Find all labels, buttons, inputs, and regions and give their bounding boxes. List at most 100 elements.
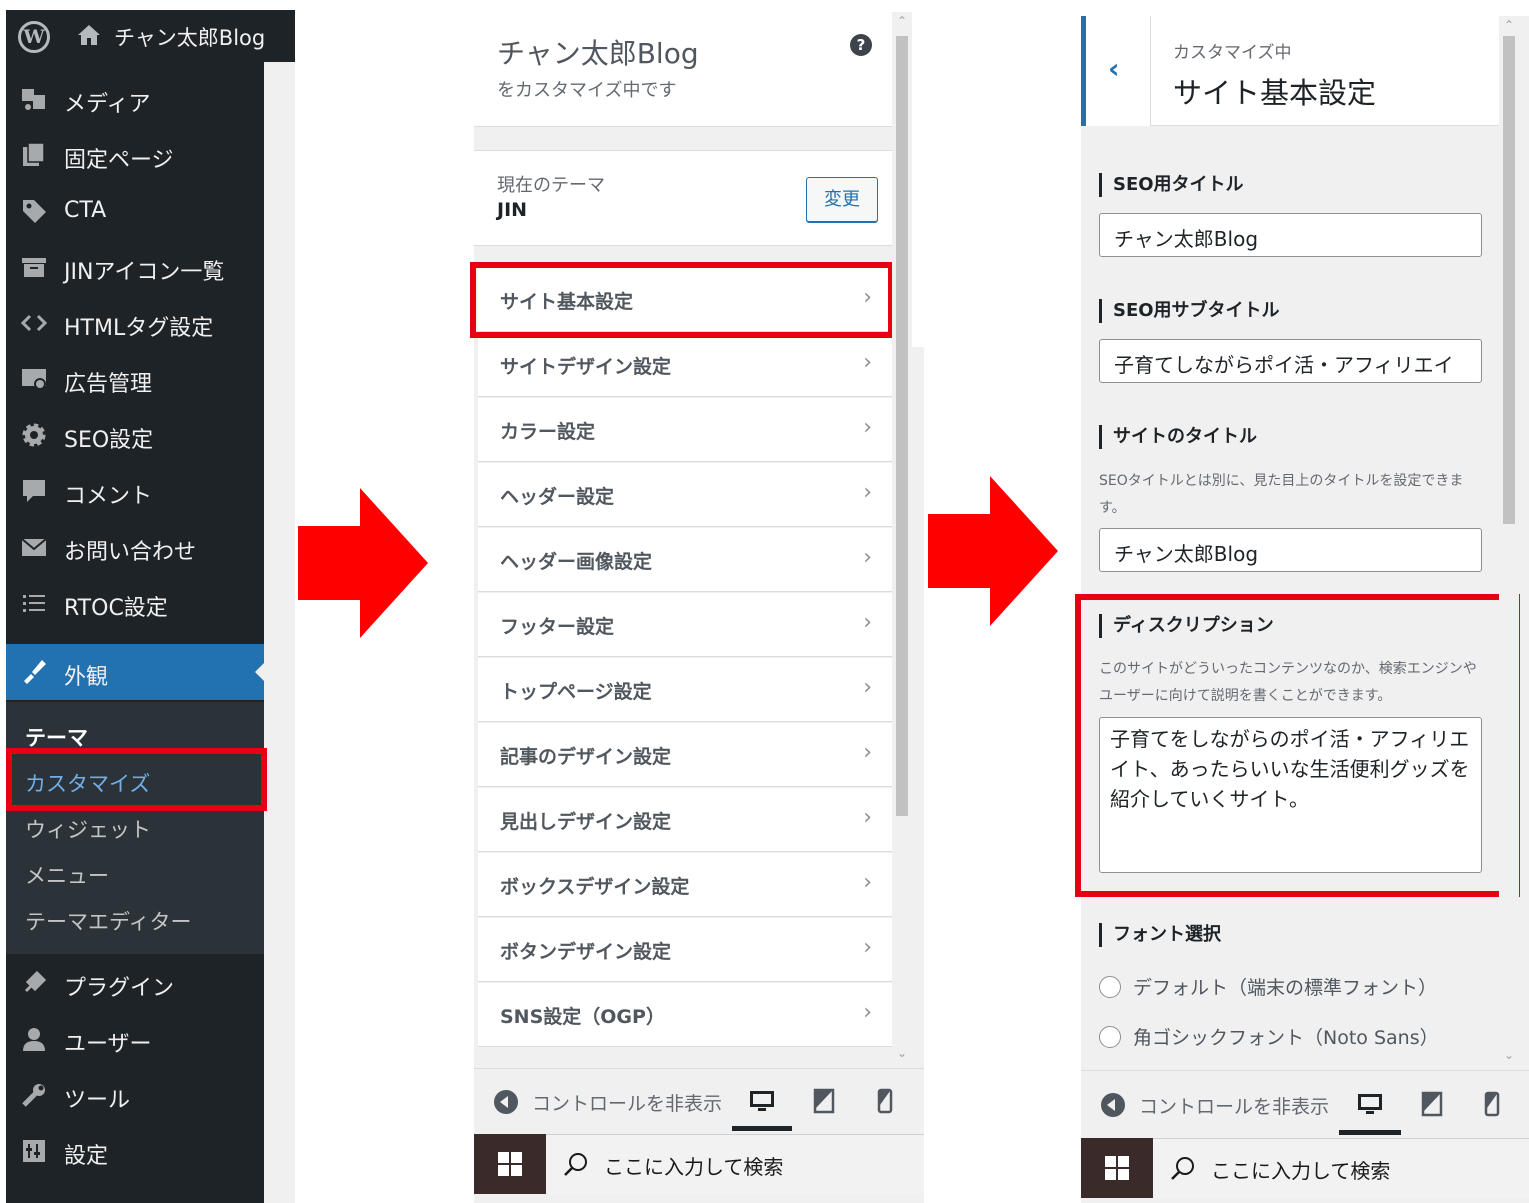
start-button[interactable] [474, 1134, 546, 1194]
section-label: 記事のデザイン設定 [500, 746, 672, 768]
home-icon[interactable] [76, 22, 102, 48]
section-row[interactable]: ボックスデザイン設定 › [478, 853, 892, 917]
scroll-down-icon[interactable]: ⌄ [1499, 1048, 1519, 1062]
desktop-active-indicator [1339, 1130, 1401, 1135]
section-label: カラー設定 [500, 421, 596, 443]
seo-title-input[interactable]: チャン太郎Blog [1099, 213, 1482, 257]
submenu-widgets[interactable]: ウィジェット [25, 814, 151, 844]
pages-icon [23, 142, 45, 166]
section-row[interactable]: ヘッダー設定 › [478, 463, 892, 527]
section-row[interactable]: 記事のデザイン設定 › [478, 723, 892, 787]
submenu-theme-editor[interactable]: テーマエディター [25, 906, 192, 936]
scroll-up-icon[interactable]: ⌃ [892, 14, 912, 28]
font-option-label: デフォルト（端末の標準フォント） [1133, 977, 1438, 999]
desktop-preview-icon[interactable] [749, 1088, 775, 1114]
site-title-label: サイトのタイトル [1099, 425, 1257, 449]
windows-taskbar: ここに入力して検索 [474, 1134, 924, 1194]
change-theme-button[interactable]: 変更 [806, 177, 878, 223]
site-title-description: SEOタイトルとは別に、見た目上のタイトルを設定できます。 [1099, 473, 1464, 516]
menu-item-contact[interactable]: お問い合わせ [6, 522, 264, 572]
chevron-right-icon: › [863, 1000, 872, 1025]
current-theme-box: 現在のテーマ JIN 変更 [474, 150, 892, 246]
section-row[interactable]: カラー設定 › [478, 398, 892, 462]
menu-item-ads[interactable]: 広告管理 [6, 354, 264, 404]
scrollbar[interactable]: ⌃ ⌄ [1499, 16, 1519, 1070]
hide-controls-label[interactable]: コントロールを非表示 [1139, 1092, 1329, 1119]
scroll-down-icon[interactable]: ⌄ [892, 1046, 912, 1060]
customizer-footer: コントロールを非表示 [1081, 1070, 1529, 1138]
scrollbar-thumb[interactable] [1503, 36, 1515, 524]
menu-item-pages[interactable]: 固定ページ [6, 130, 264, 180]
menu-item-settings[interactable]: 設定 [6, 1126, 264, 1176]
menu-item-appearance[interactable]: 外観 [6, 644, 265, 700]
menu-item-comments[interactable]: コメント [6, 466, 264, 516]
menu-item-rtoc[interactable]: RTOC設定 [6, 578, 264, 628]
chevron-right-icon: › [863, 610, 872, 635]
mobile-preview-icon[interactable] [872, 1088, 898, 1114]
section-row[interactable]: ヘッダー画像設定 › [478, 528, 892, 592]
font-option-noto-sans[interactable]: 角ゴシックフォント（Noto Sans） [1099, 1023, 1519, 1053]
wordpress-logo-icon[interactable]: W [18, 21, 50, 53]
menu-item-seo[interactable]: SEO設定 [6, 410, 264, 460]
site-title-input[interactable]: チャン太郎Blog [1099, 528, 1482, 572]
menu-item-plugins[interactable]: プラグイン [6, 958, 264, 1008]
customizer-header: チャン太郎Blog をカスタマイズ中です ? [474, 12, 892, 127]
tablet-preview-icon[interactable] [811, 1088, 837, 1114]
radio-button[interactable] [1099, 1026, 1121, 1048]
tag-icon [23, 200, 46, 223]
section-label: ボックスデザイン設定 [500, 876, 690, 898]
section-row[interactable]: フッター設定 › [478, 593, 892, 657]
section-row[interactable]: 見出しデザイン設定 › [478, 788, 892, 852]
font-option-default[interactable]: デフォルト（端末の標準フォント） [1099, 973, 1519, 1003]
section-row[interactable]: サイトデザイン設定 › [478, 333, 892, 397]
taskbar-search[interactable]: ここに入力して検索 [546, 1134, 924, 1194]
chevron-right-icon: › [863, 870, 872, 895]
chevron-right-icon: › [863, 935, 872, 960]
start-button[interactable] [1081, 1138, 1153, 1198]
settings-icon [23, 1140, 45, 1162]
tablet-preview-icon[interactable] [1419, 1091, 1445, 1117]
admin-bar-site-name[interactable]: チャン太郎Blog [114, 22, 265, 52]
back-button[interactable]: ‹ [1081, 16, 1151, 126]
radio-button[interactable] [1099, 976, 1121, 998]
highlight-description [1075, 594, 1520, 897]
customizer-subtitle: をカスタマイズ中です [497, 80, 677, 101]
section-label: トップページ設定 [500, 681, 652, 703]
menu-item-media[interactable]: メディア [6, 74, 264, 124]
wrench-icon [22, 1084, 45, 1107]
section-row[interactable]: ボタンデザイン設定 › [478, 918, 892, 982]
submenu-menus[interactable]: メニュー [25, 860, 109, 890]
chevron-right-icon: › [863, 480, 872, 505]
section-label: ヘッダー画像設定 [500, 551, 653, 573]
seo-subtitle-input[interactable]: 子育てしながらポイ活・アフィリエイ [1099, 339, 1482, 383]
menu-item-tools[interactable]: ツール [6, 1070, 264, 1120]
menu-item-label: ツール [64, 1088, 131, 1113]
brush-icon [24, 660, 46, 684]
menu-item-label: お問い合わせ [64, 540, 197, 565]
scrollbar[interactable]: ⌃ ⌄ [892, 12, 912, 1068]
settings-header: ‹ カスタマイズ中 サイト基本設定 [1081, 16, 1499, 126]
menu-item-cta[interactable]: CTA [6, 186, 264, 236]
settings-breadcrumb: カスタマイズ中 [1173, 43, 1292, 63]
section-row[interactable]: SNS設定（OGP） › [478, 983, 892, 1047]
menu-item-html-tag[interactable]: HTMLタグ設定 [6, 298, 264, 348]
hide-controls-label[interactable]: コントロールを非表示 [532, 1089, 722, 1116]
archive-icon [22, 258, 46, 277]
menu-item-users[interactable]: ユーザー [6, 1014, 264, 1064]
mobile-preview-icon[interactable] [1479, 1091, 1505, 1117]
section-row[interactable]: トップページ設定 › [478, 658, 892, 722]
section-label: ボタンデザイン設定 [500, 941, 672, 963]
scroll-up-icon[interactable]: ⌃ [1499, 18, 1519, 32]
collapse-icon[interactable] [494, 1090, 518, 1114]
font-select-label: フォント選択 [1099, 923, 1221, 947]
menu-item-label: プラグイン [64, 976, 175, 1001]
search-placeholder: ここに入力して検索 [604, 1155, 784, 1179]
desktop-preview-icon[interactable] [1357, 1091, 1383, 1117]
admin-bar: W チャン太郎Blog [6, 10, 295, 62]
menu-item-jin-icons[interactable]: JINアイコン一覧 [6, 242, 264, 292]
help-icon[interactable]: ? [850, 34, 872, 56]
gear-icon [22, 423, 46, 447]
collapse-icon[interactable] [1101, 1093, 1125, 1117]
taskbar-search[interactable]: ここに入力して検索 [1153, 1138, 1529, 1198]
scrollbar-thumb[interactable] [896, 36, 908, 816]
